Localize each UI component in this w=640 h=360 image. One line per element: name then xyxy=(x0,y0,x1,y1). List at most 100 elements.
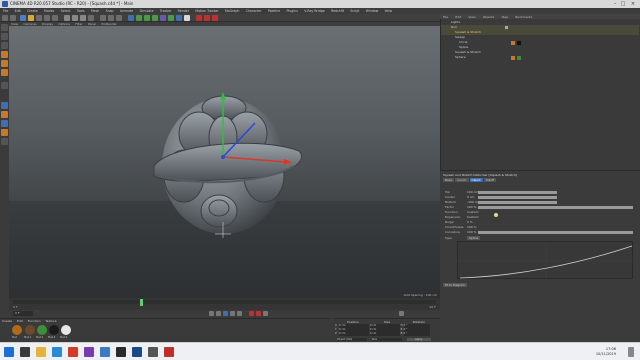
squashed-sphere-model[interactable] xyxy=(9,26,440,298)
tab-coord[interactable]: Coord. xyxy=(455,178,469,182)
solo-icon[interactable] xyxy=(1,102,8,109)
type-dropdown[interactable]: Spline xyxy=(467,236,481,240)
render-picture-viewer-icon[interactable] xyxy=(108,15,114,21)
app-icon[interactable] xyxy=(84,347,94,357)
om-menu-file[interactable]: File xyxy=(443,15,448,19)
redshift-settings-icon[interactable] xyxy=(212,15,218,21)
camera-icon[interactable] xyxy=(176,15,182,21)
go-to-end-icon[interactable] xyxy=(237,311,242,316)
coordinate-system-icon[interactable] xyxy=(88,15,94,21)
floor-icon[interactable] xyxy=(168,15,174,21)
tab-basic[interactable]: Basic xyxy=(443,178,455,182)
pen-spline-icon[interactable] xyxy=(136,15,142,21)
record-icon[interactable] xyxy=(249,311,254,316)
live-selection-icon[interactable] xyxy=(20,15,26,21)
snap-icon[interactable] xyxy=(1,111,8,118)
app-icon[interactable] xyxy=(164,347,174,357)
attr-value[interactable]: 0 cm xyxy=(467,195,474,199)
pos-z-field[interactable]: 0 cm xyxy=(339,332,369,336)
mat-menu-function[interactable]: Function xyxy=(28,319,41,323)
attr-slider[interactable] xyxy=(478,200,557,204)
material-swatch[interactable] xyxy=(49,325,59,335)
file-explorer-icon[interactable] xyxy=(36,347,46,357)
attr-slider[interactable] xyxy=(478,230,633,234)
material-tag-icon[interactable] xyxy=(511,56,515,60)
apply-button[interactable]: Apply xyxy=(406,338,431,341)
render-settings-icon[interactable] xyxy=(116,15,122,21)
planar-workplane-icon[interactable] xyxy=(1,138,8,145)
coord-mode-dropdown[interactable]: Object (Rel) xyxy=(337,338,367,341)
x-axis-icon[interactable] xyxy=(64,15,70,21)
om-menu-bookmarks[interactable]: Bookmarks xyxy=(515,15,532,19)
locked-workplane-icon[interactable] xyxy=(1,129,8,136)
material-swatch[interactable] xyxy=(25,325,35,335)
attr-slider[interactable] xyxy=(478,190,557,194)
polygons-mode-icon[interactable] xyxy=(1,69,8,76)
om-menu-objects[interactable]: Objects xyxy=(483,15,494,19)
material-tag-icon[interactable] xyxy=(517,56,521,60)
material-tag-icon[interactable] xyxy=(517,41,521,45)
object-row[interactable]: Sphere xyxy=(441,55,639,60)
current-frame-field[interactable]: 0 F xyxy=(13,311,33,316)
start-icon[interactable] xyxy=(4,347,14,357)
3d-viewport[interactable]: Grid Spacing : 100 cm xyxy=(9,26,440,298)
playhead[interactable] xyxy=(140,299,143,306)
make-editable-icon[interactable] xyxy=(1,24,8,31)
previous-frame-icon[interactable] xyxy=(216,311,221,316)
workplane-icon[interactable] xyxy=(1,120,8,127)
undo-icon[interactable] xyxy=(2,15,8,21)
material-tag-icon[interactable] xyxy=(511,41,515,45)
move-icon[interactable] xyxy=(28,15,34,21)
attr-slider[interactable] xyxy=(478,195,557,199)
material-swatch[interactable] xyxy=(12,325,22,335)
redshift-render-icon[interactable] xyxy=(196,15,202,21)
minimize-icon[interactable]: – xyxy=(612,1,618,7)
rotate-icon[interactable] xyxy=(44,15,50,21)
light-icon[interactable] xyxy=(184,15,190,21)
close-icon[interactable]: × xyxy=(630,1,636,7)
spline-graph[interactable] xyxy=(457,241,634,280)
material-swatch[interactable] xyxy=(61,325,71,335)
timeline-ruler[interactable]: 0 F 90 F xyxy=(9,298,440,310)
om-menu-tags[interactable]: Tags xyxy=(501,15,508,19)
cube-icon[interactable] xyxy=(128,15,134,21)
go-to-start-icon[interactable] xyxy=(209,311,214,316)
app-icon[interactable] xyxy=(100,347,110,357)
points-mode-icon[interactable] xyxy=(1,51,8,58)
cinema4d-taskbar-icon[interactable] xyxy=(132,347,142,357)
next-frame-icon[interactable] xyxy=(230,311,235,316)
cloner-icon[interactable] xyxy=(152,15,158,21)
mat-menu-create[interactable]: Create xyxy=(2,319,12,323)
material-swatch[interactable] xyxy=(37,325,47,335)
edge-icon[interactable] xyxy=(52,347,62,357)
mat-menu-edit[interactable]: Edit xyxy=(17,319,23,323)
maximize-icon[interactable]: □ xyxy=(620,1,626,7)
size-z-field[interactable]: 0 cm xyxy=(369,332,400,336)
subdivision-icon[interactable] xyxy=(144,15,150,21)
om-menu-edit[interactable]: Edit xyxy=(455,15,461,19)
enable-axis-icon[interactable] xyxy=(1,82,8,89)
attr-slider[interactable] xyxy=(478,205,633,209)
redo-icon[interactable] xyxy=(10,15,16,21)
attr-value[interactable]: 0 % xyxy=(467,220,473,224)
attr-value[interactable]: 100 cm xyxy=(467,190,478,194)
deformer-icon[interactable] xyxy=(160,15,166,21)
keyframe-selection-icon[interactable] xyxy=(263,311,268,316)
autokey-icon[interactable] xyxy=(256,311,261,316)
play-icon[interactable] xyxy=(223,311,228,316)
app-icon[interactable] xyxy=(148,347,158,357)
search-icon[interactable] xyxy=(20,347,30,357)
rot-b-field[interactable]: 0 ° xyxy=(403,332,430,336)
attr-value[interactable]: 100 % xyxy=(467,225,477,229)
z-axis-icon[interactable] xyxy=(80,15,86,21)
size-mode-dropdown[interactable]: Size xyxy=(371,338,402,341)
tab-object[interactable]: Object xyxy=(469,178,483,182)
redshift-ipr-icon[interactable] xyxy=(204,15,210,21)
layer-tag-icon[interactable] xyxy=(505,26,508,29)
chrome-icon[interactable] xyxy=(68,347,78,357)
texture-mode-icon[interactable] xyxy=(1,42,8,49)
attr-value[interactable]: Custom xyxy=(467,215,479,219)
tab-falloff[interactable]: Falloff xyxy=(483,178,496,182)
y-axis-icon[interactable] xyxy=(72,15,78,21)
attr-value[interactable]: Custom xyxy=(467,210,479,214)
